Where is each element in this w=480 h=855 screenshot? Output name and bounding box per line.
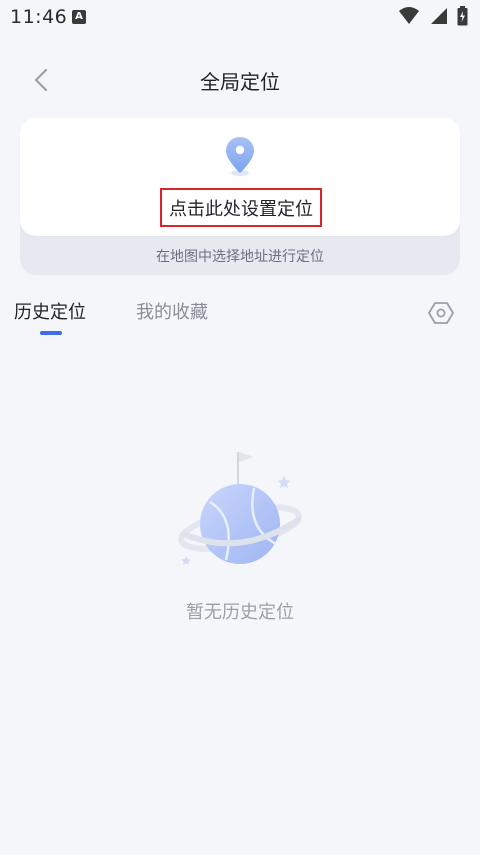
status-time: 11:46 (10, 6, 68, 28)
map-select-hint: 在地图中选择地址进行定位 (156, 249, 324, 265)
nav-bar: 全局定位 (0, 56, 480, 104)
location-card-top[interactable]: 点击此处设置定位 (20, 118, 460, 236)
signal-icon (431, 8, 447, 24)
location-pin-icon (226, 137, 254, 176)
set-location-button[interactable]: 点击此处设置定位 (160, 188, 322, 227)
hexagon-settings-icon[interactable] (428, 300, 454, 326)
active-tab-indicator (40, 331, 62, 335)
battery-charging-icon (457, 6, 468, 26)
tab-history[interactable]: 历史定位 (14, 298, 86, 324)
wifi-icon (399, 7, 419, 24)
page-title: 全局定位 (200, 70, 280, 94)
tab-favorites[interactable]: 我的收藏 (136, 298, 208, 324)
location-card: 点击此处设置定位 在地图中选择地址进行定位 (20, 118, 460, 275)
status-icons (399, 6, 468, 26)
planet-with-flag-illustration (178, 452, 302, 565)
tabs: 历史定位 我的收藏 (0, 294, 480, 340)
status-bar: 11:46 A (0, 0, 480, 34)
empty-state-text: 暂无历史定位 (186, 602, 294, 623)
notification-a-icon: A (72, 10, 86, 24)
